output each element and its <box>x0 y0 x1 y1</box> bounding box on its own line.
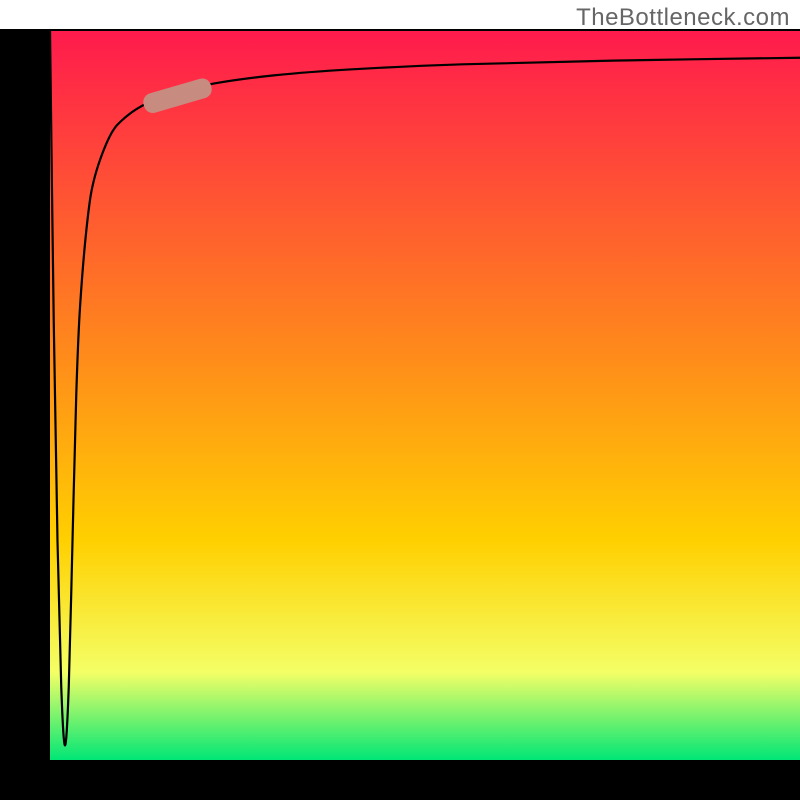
plot-area <box>0 0 800 800</box>
gradient-background <box>50 30 800 760</box>
frame-left <box>0 30 50 770</box>
chart-stage: TheBottleneck.com <box>0 0 800 800</box>
chart-svg <box>0 0 800 800</box>
frame-bottom <box>0 760 800 800</box>
